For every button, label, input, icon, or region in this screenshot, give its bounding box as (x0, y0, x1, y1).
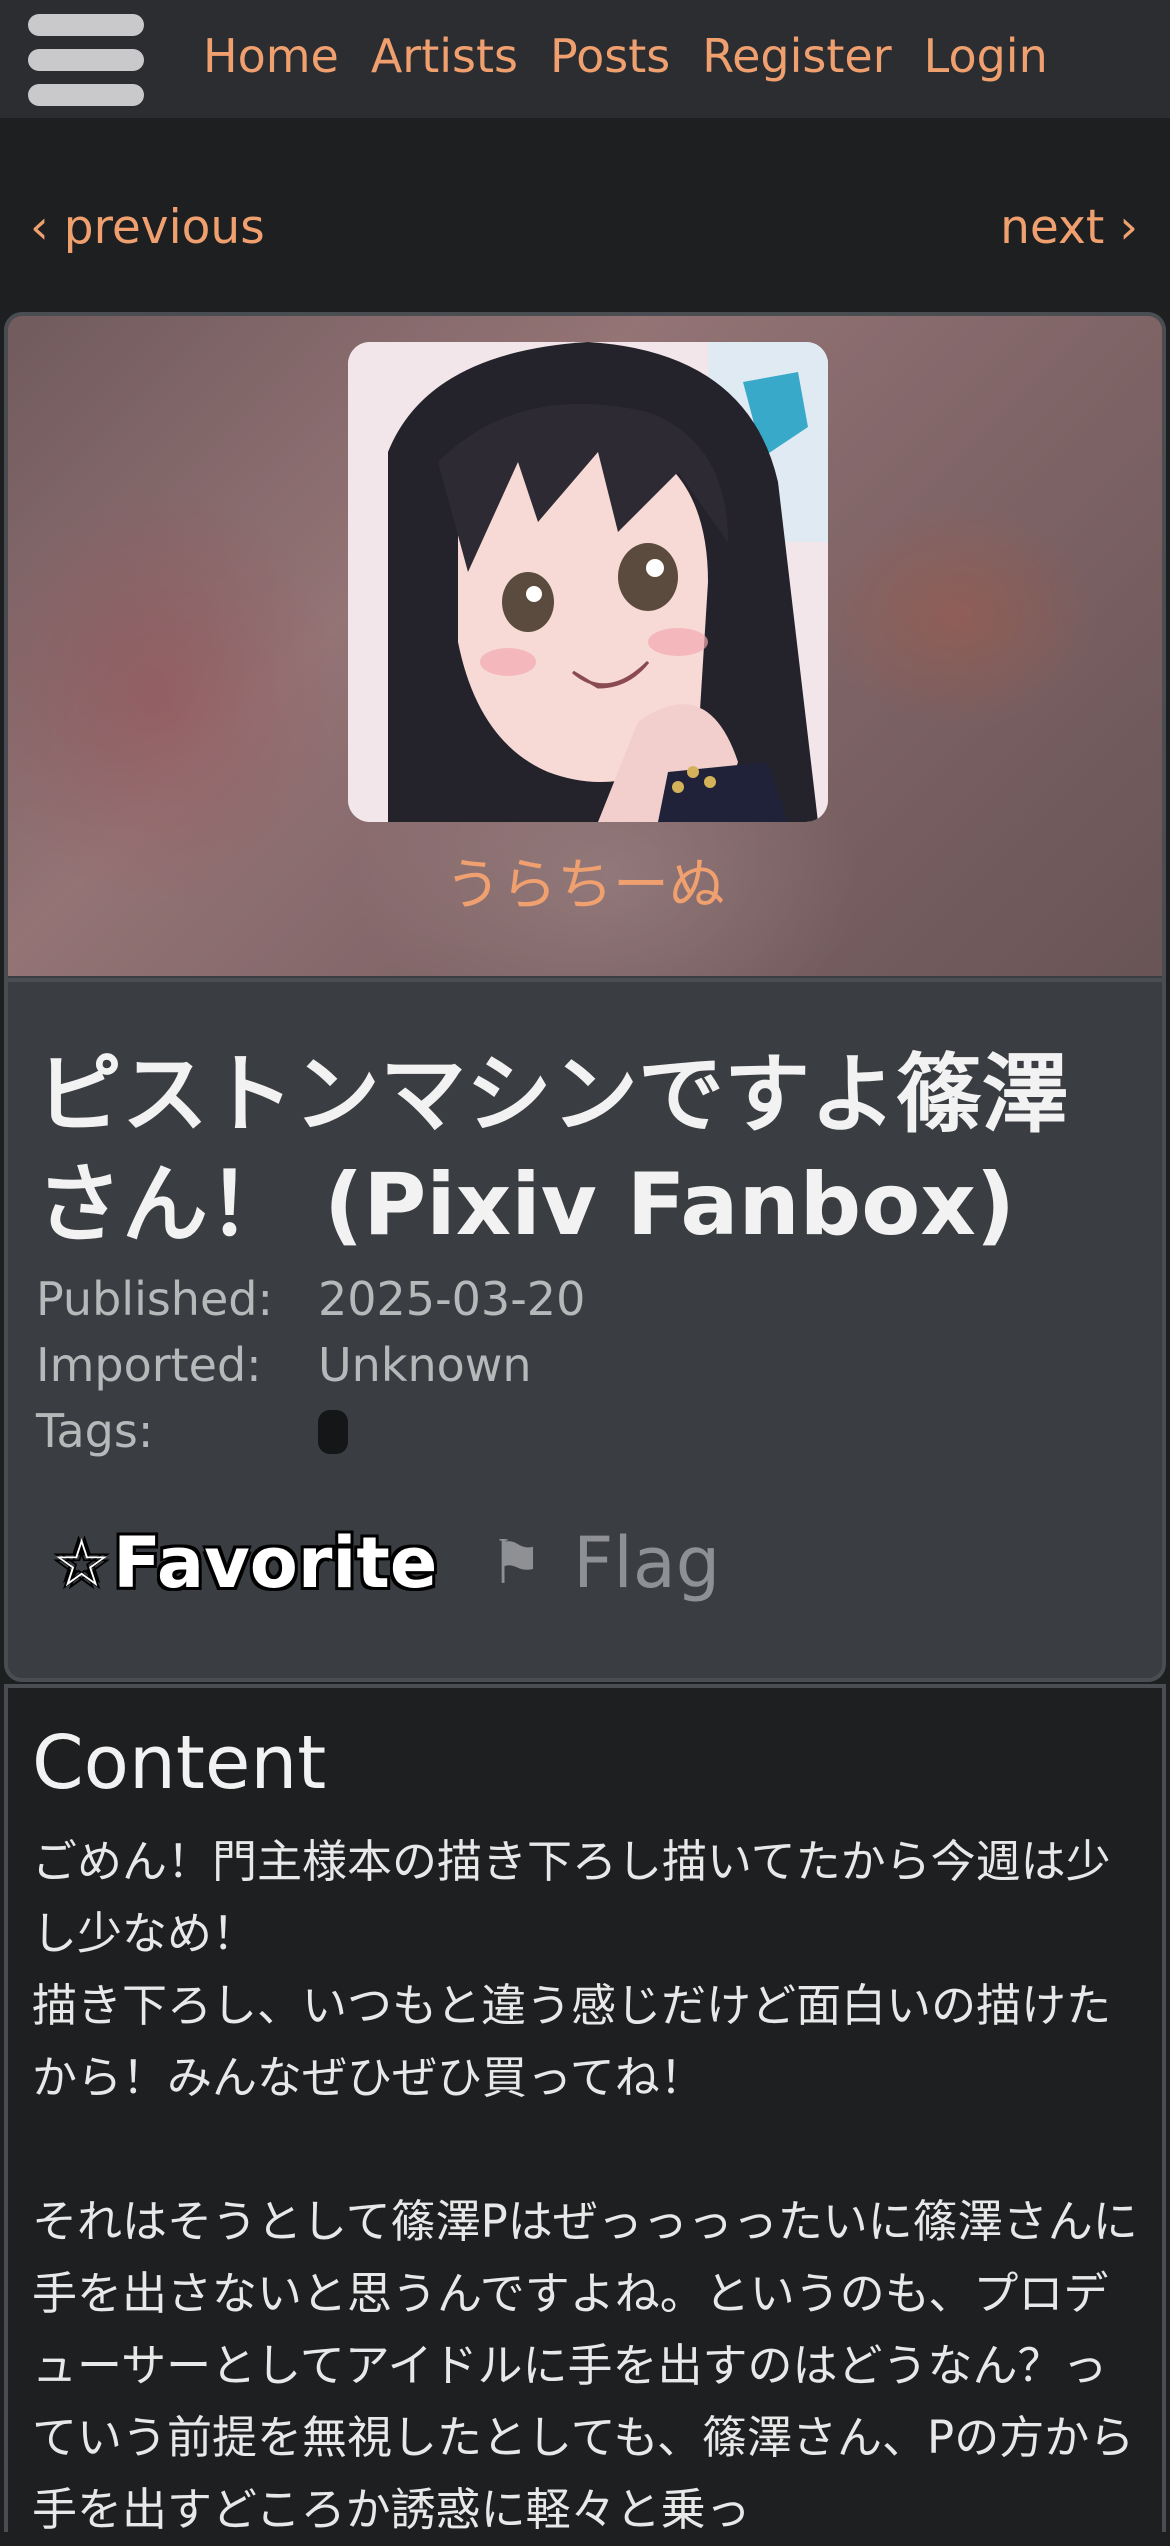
tag-pill[interactable] (318, 1410, 348, 1454)
nav-links: Home Artists Posts Register Login (203, 0, 1048, 112)
content-body: ごめん！門主様本の描き下ろし描いてたから今週は少し少なめ！ 描き下ろし、いつもと… (32, 1835, 1138, 2536)
hamburger-bar (28, 14, 144, 36)
post-header: ピストンマシンですよ篠澤さん！ (Pixiv Fanbox) Published… (8, 978, 1162, 1678)
post-pager: ‹ previous next › (0, 200, 1170, 270)
post-meta: Published: 2025-03-20 Imported: Unknown … (36, 1272, 585, 1470)
nav-login-link[interactable]: Login (924, 29, 1048, 83)
next-post-link[interactable]: next › (1000, 200, 1138, 255)
imported-label: Imported: (36, 1338, 262, 1392)
artist-avatar[interactable] (348, 342, 828, 822)
nav-posts-link[interactable]: Posts (550, 29, 670, 83)
hamburger-bar (28, 49, 144, 71)
nav-artists-link[interactable]: Artists (371, 29, 518, 83)
post-title: ピストンマシンですよ篠澤さん！ (Pixiv Fanbox) (36, 1045, 1068, 1255)
tags-row: Tags: (36, 1404, 585, 1470)
post-card: うらちーぬ ピストンマシンですよ篠澤さん！ (Pixiv Fanbox) Pub… (4, 312, 1166, 1682)
favorite-label: Favorite (113, 1522, 438, 1604)
flag-icon: ⚑ (489, 1528, 544, 1598)
published-value: 2025-03-20 (318, 1272, 586, 1326)
hamburger-bar (28, 84, 144, 106)
flag-label: Flag (573, 1522, 721, 1604)
hamburger-icon[interactable] (28, 14, 144, 106)
favorite-button[interactable]: ☆ Favorite (52, 1522, 437, 1604)
nav-home-link[interactable]: Home (203, 29, 339, 83)
artist-name-link[interactable]: うらちーぬ (8, 840, 1162, 921)
nav-register-link[interactable]: Register (702, 29, 891, 83)
top-navbar: Home Artists Posts Register Login (0, 0, 1170, 118)
star-icon: ☆ (52, 1524, 112, 1602)
imported-value: Unknown (318, 1338, 532, 1392)
published-row: Published: 2025-03-20 (36, 1272, 585, 1338)
published-label: Published: (36, 1272, 273, 1326)
post-actions: ☆ Favorite ⚑ Flag (52, 1522, 720, 1604)
imported-row: Imported: Unknown (36, 1338, 585, 1404)
previous-post-link[interactable]: ‹ previous (30, 200, 265, 255)
content-heading: Content (32, 1720, 327, 1806)
artist-avatar-illustration (348, 342, 828, 822)
flag-button[interactable]: ⚑ Flag (489, 1522, 720, 1604)
tags-label: Tags: (36, 1404, 154, 1458)
post-content-section: Content ごめん！門主様本の描き下ろし描いてたから今週は少し少なめ！ 描き… (4, 1684, 1166, 2536)
